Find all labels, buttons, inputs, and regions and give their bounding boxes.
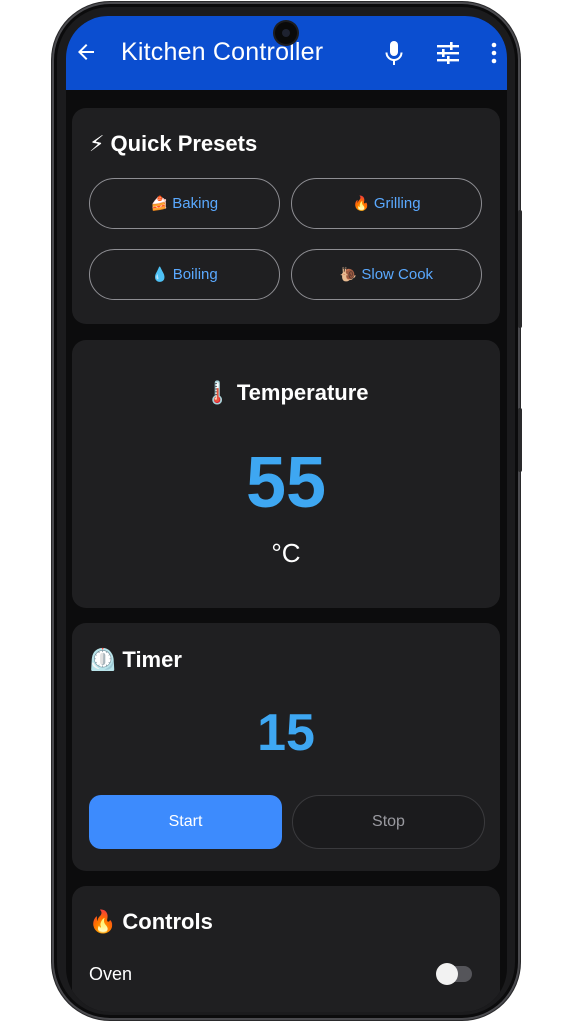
quick-presets-title: ⚡ Quick Presets bbox=[89, 131, 257, 157]
timer-clock-icon: ⏲️ bbox=[89, 647, 117, 672]
thermometer-icon: 🌡️ bbox=[203, 380, 231, 405]
preset-label: Boiling bbox=[172, 266, 218, 283]
more-vert-icon[interactable] bbox=[490, 42, 498, 64]
phone-side-button bbox=[518, 210, 522, 328]
snail-icon: 🐌 bbox=[339, 266, 358, 282]
timer-card: ⏲️ Timer 15 Start Stop bbox=[72, 623, 500, 871]
quick-presets-card: ⚡ Quick Presets 🍰 Baking 🔥 Grilling 💧 Boilin… bbox=[72, 108, 500, 324]
preset-slow-cook-button[interactable]: 🐌 Slow Cook bbox=[291, 249, 482, 300]
oven-label: Oven bbox=[89, 964, 133, 984]
arrow-back-icon[interactable] bbox=[74, 40, 98, 64]
tune-icon[interactable] bbox=[436, 42, 460, 64]
temperature-title: 🌡️ Temperature bbox=[72, 380, 500, 406]
fire-icon: 🔥 bbox=[352, 195, 370, 211]
controls-title: 🔥 Controls bbox=[89, 909, 213, 935]
timer-title-text: Timer bbox=[122, 647, 182, 672]
oven-toggle[interactable] bbox=[436, 963, 472, 985]
temperature-card: 🌡️ Temperature 55 °C bbox=[72, 340, 500, 608]
stop-button[interactable]: Stop bbox=[292, 795, 485, 849]
preset-label: Grilling bbox=[373, 195, 421, 212]
preset-grilling-button[interactable]: 🔥 Grilling bbox=[291, 178, 482, 229]
controls-card: 🔥 Controls Oven bbox=[72, 886, 500, 1012]
quick-presets-title-text: Quick Presets bbox=[110, 131, 258, 156]
temperature-value: 55 bbox=[245, 443, 327, 523]
preset-boiling-button[interactable]: 💧 Boiling bbox=[89, 249, 280, 300]
preset-label: Slow Cook bbox=[361, 266, 434, 283]
toggle-knob bbox=[436, 963, 458, 985]
temperature-unit: °C bbox=[271, 538, 301, 568]
app-title: Kitchen Controller bbox=[121, 38, 324, 66]
droplet-icon: 💧 bbox=[151, 266, 169, 282]
app-screen: Kitchen Controller ⚡ Quick Presets 🍰 Bakin… bbox=[66, 16, 507, 1012]
start-button[interactable]: Start bbox=[89, 795, 282, 849]
mic-icon[interactable] bbox=[382, 40, 406, 66]
timer-value: 15 bbox=[257, 704, 315, 762]
phone-side-button bbox=[518, 408, 522, 472]
timer-title: ⏲️ Timer bbox=[89, 647, 182, 673]
cake-icon: 🍰 bbox=[150, 195, 169, 211]
lightning-icon: ⚡ bbox=[89, 131, 105, 156]
front-camera bbox=[275, 22, 297, 44]
preset-label: Baking bbox=[172, 195, 219, 212]
temperature-title-text: Temperature bbox=[236, 380, 369, 405]
fire-icon: 🔥 bbox=[89, 909, 117, 934]
controls-title-text: Controls bbox=[122, 909, 213, 934]
preset-baking-button[interactable]: 🍰 Baking bbox=[89, 178, 280, 229]
